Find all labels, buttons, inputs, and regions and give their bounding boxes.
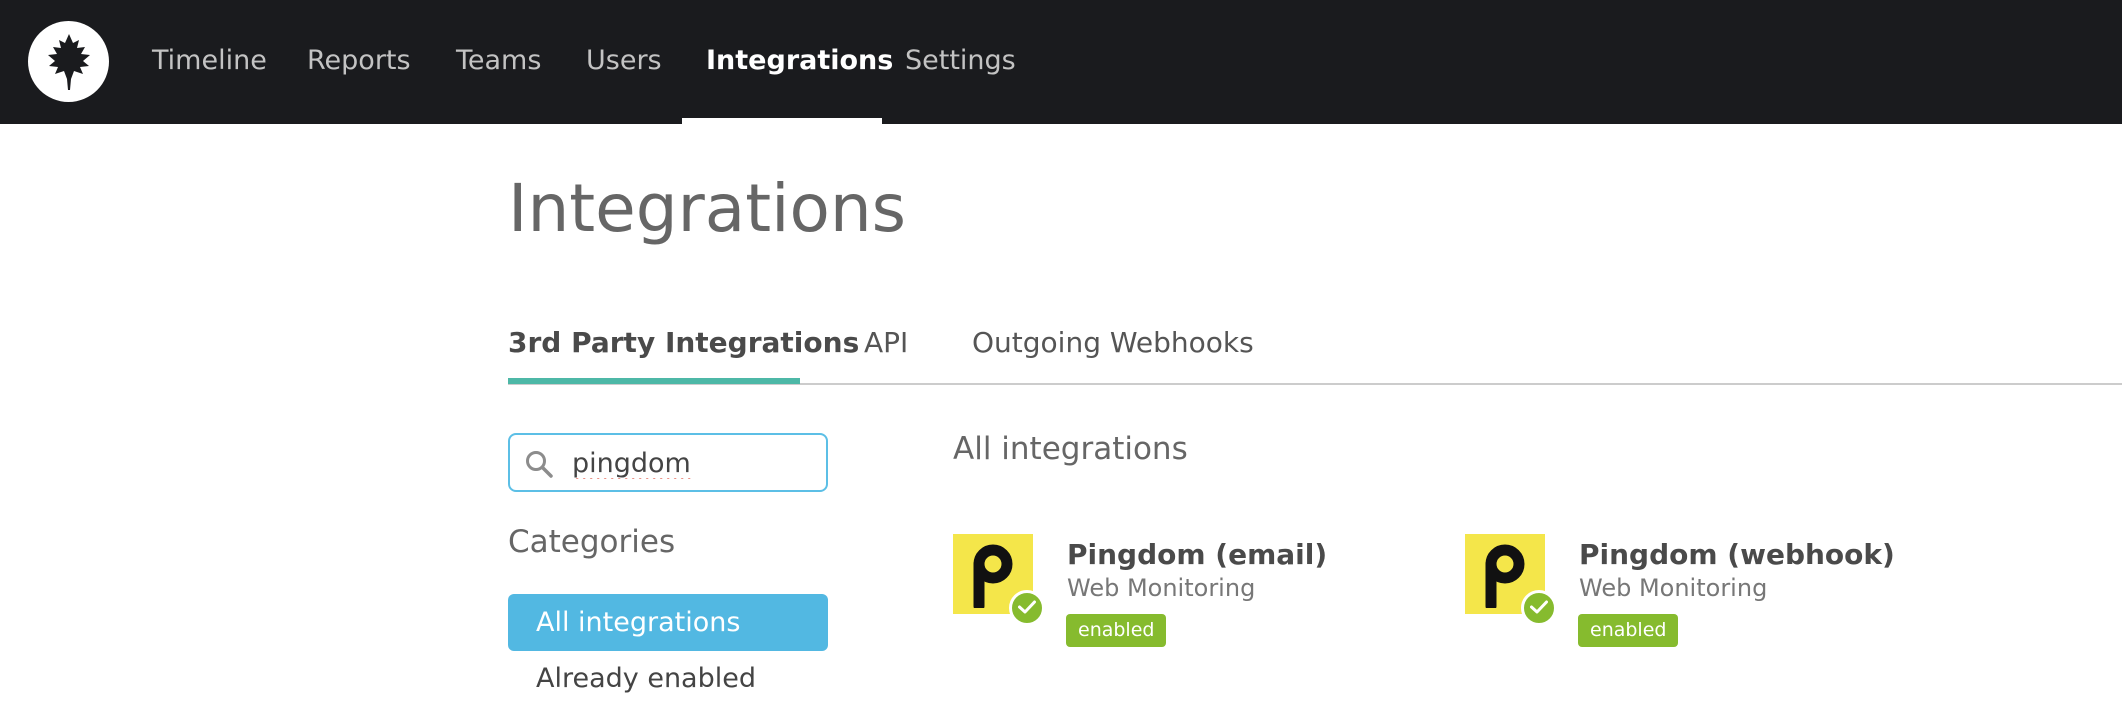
status-badge: enabled [1066,614,1167,647]
pingdom-p-glyph [973,544,1013,608]
integration-title[interactable]: Pingdom (email) [1067,538,1327,571]
pingdom-p-glyph [1485,544,1525,608]
oak-leaf-icon[interactable] [28,21,109,102]
integration-category: Web Monitoring [1579,574,1768,602]
oak-leaf-icon-graphic [47,33,90,90]
tab-3rd-party-integrations[interactable]: 3rd Party Integrations [508,326,859,359]
nav-item-integrations[interactable]: Integrations [706,0,893,124]
search-box[interactable] [508,433,828,492]
tab-active-indicator [508,378,800,384]
check-icon [1521,590,1557,626]
search-icon [526,451,553,478]
integration-card-pingdom-webhook[interactable]: Pingdom (webhook) Web Monitoring enabled [1465,534,1945,654]
category-already-enabled[interactable]: Already enabled [508,650,828,707]
nav-item-users[interactable]: Users [586,0,662,124]
tab-api[interactable]: API [864,326,908,359]
status-badge: enabled [1578,614,1679,647]
nav-active-indicator [682,118,882,124]
check-icon [1009,590,1045,626]
nav-item-teams[interactable]: Teams [456,0,541,124]
tab-outgoing-webhooks[interactable]: Outgoing Webhooks [972,326,1254,359]
nav-item-reports[interactable]: Reports [307,0,411,124]
integration-category: Web Monitoring [1067,574,1256,602]
results-heading: All integrations [953,431,1188,467]
search-input[interactable] [572,443,812,483]
category-all-integrations[interactable]: All integrations [508,594,828,651]
integration-title[interactable]: Pingdom (webhook) [1579,538,1895,571]
page-title: Integrations [508,170,907,247]
top-navigation-bar: Timeline Reports Teams Users Integration… [0,0,2122,124]
nav-item-settings[interactable]: Settings [905,0,1016,124]
categories-heading: Categories [508,524,676,560]
integration-card-pingdom-email[interactable]: Pingdom (email) Web Monitoring enabled [953,534,1433,654]
nav-item-timeline[interactable]: Timeline [152,0,267,124]
